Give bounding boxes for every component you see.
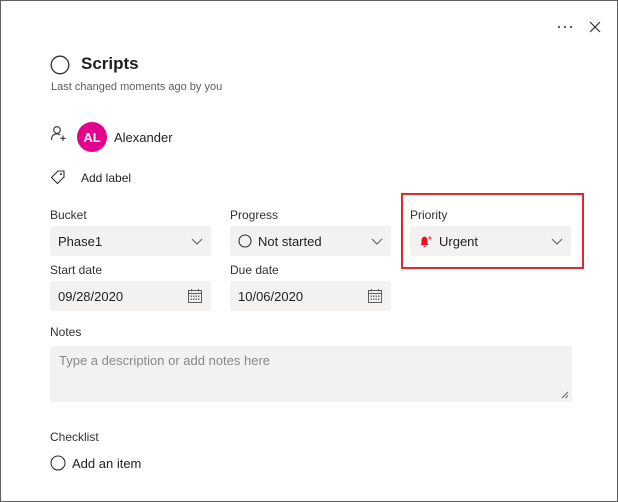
chevron-down-icon <box>551 238 563 245</box>
priority-value: Urgent <box>439 233 479 249</box>
checklist-label: Checklist <box>50 430 99 444</box>
due-date-value: 10/06/2020 <box>238 288 304 304</box>
start-date-field[interactable]: 09/28/2020 <box>50 281 211 311</box>
close-icon <box>589 21 601 33</box>
avatar[interactable]: AL <box>77 122 107 152</box>
tag-icon[interactable] <box>50 169 66 185</box>
not-started-circle-icon <box>238 234 252 248</box>
calendar-icon[interactable] <box>367 288 383 304</box>
notes-placeholder: Type a description or add notes here <box>59 353 271 368</box>
notes-label: Notes <box>50 325 82 339</box>
notes-textarea[interactable]: Type a description or add notes here <box>50 346 572 402</box>
close-button[interactable] <box>584 16 606 38</box>
add-label-button[interactable]: Add label <box>81 171 131 185</box>
progress-select[interactable]: Not started <box>230 226 391 256</box>
bucket-select[interactable]: Phase1 <box>50 226 211 256</box>
assignee-name: Alexander <box>114 130 173 145</box>
urgent-bell-icon <box>420 235 432 248</box>
add-checklist-item-input[interactable]: Add an item <box>72 456 141 471</box>
resize-grip-icon[interactable] <box>561 391 569 399</box>
progress-value: Not started <box>258 233 322 249</box>
due-date-label: Due date <box>230 263 279 277</box>
start-date-value: 09/28/2020 <box>58 288 124 304</box>
checklist-circle-icon[interactable] <box>50 455 66 471</box>
task-title[interactable]: Scripts <box>81 54 139 74</box>
chevron-down-icon <box>191 238 203 245</box>
progress-label: Progress <box>230 208 279 222</box>
priority-label: Priority <box>410 208 448 222</box>
start-date-label: Start date <box>50 263 103 277</box>
last-changed-text: Last changed moments ago by you <box>51 81 223 93</box>
chevron-down-icon <box>371 238 383 245</box>
task-details-dialog: Scripts Last changed moments ago by you … <box>0 0 618 502</box>
more-options-button[interactable] <box>553 15 577 39</box>
complete-task-circle-icon[interactable] <box>50 55 70 75</box>
priority-select[interactable]: Urgent <box>410 226 571 256</box>
due-date-field[interactable]: 10/06/2020 <box>230 281 391 311</box>
assign-person-icon[interactable] <box>50 125 68 143</box>
bucket-label: Bucket <box>50 208 87 222</box>
more-horizontal-icon <box>557 25 573 29</box>
calendar-icon[interactable] <box>187 288 203 304</box>
bucket-value: Phase1 <box>58 233 103 249</box>
